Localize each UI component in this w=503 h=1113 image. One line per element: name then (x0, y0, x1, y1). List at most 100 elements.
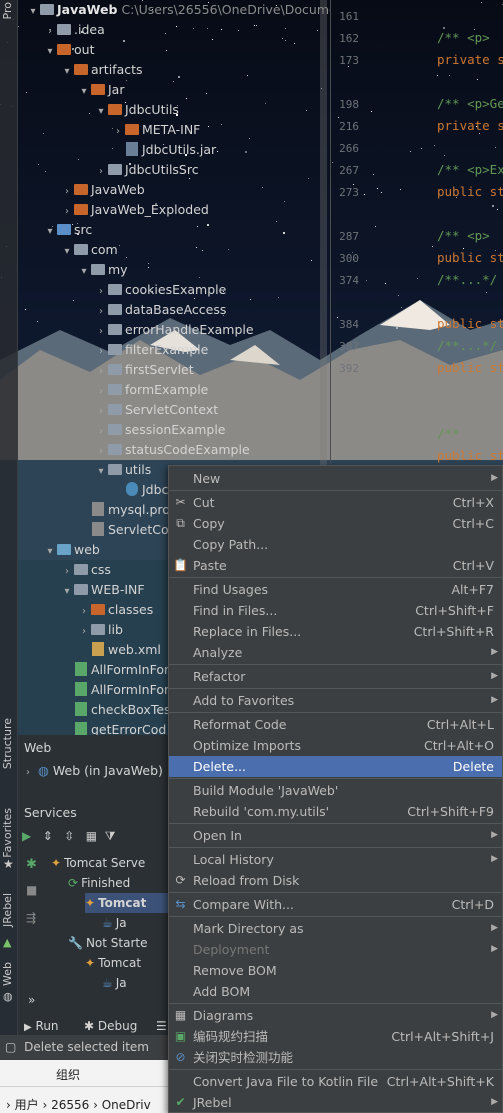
menu-item-item-36[interactable]: ▣ 编码规约扫描 Ctrl+Alt+Shift+J (169, 1026, 502, 1047)
tree-row[interactable]: › errorHandleExample (95, 320, 254, 340)
chevron-right-icon[interactable]: › (95, 342, 107, 362)
chevron-right-icon[interactable]: › (112, 122, 124, 142)
tree-row[interactable]: ▾ JdbcUtils (95, 100, 178, 122)
menu-item-find-in-files[interactable]: Find in Files... Ctrl+Shift+F (169, 600, 502, 621)
menu-item-remove-bom[interactable]: Remove BOM (169, 960, 502, 981)
chevron-right-icon[interactable]: › (95, 382, 107, 402)
menu-item-item-37[interactable]: ⊘ 关闭实时检测功能 (169, 1047, 502, 1068)
menu-item-convert-java-file-to-kotlin-file[interactable]: Convert Java File to Kotlin File Ctrl+Alt… (169, 1071, 502, 1092)
menu-item-new[interactable]: New ▶ (169, 468, 502, 489)
deploy-icon[interactable]: ⇶ (26, 911, 36, 925)
services-row[interactable]: ✦ Tomcat (85, 953, 141, 973)
tree-row[interactable]: › JavaWeb (61, 180, 145, 200)
tree-row[interactable]: › filterExample (95, 340, 208, 360)
tree-row[interactable]: › cookiesExample (95, 280, 226, 300)
chevron-down-icon[interactable]: ▾ (61, 242, 73, 262)
tree-row[interactable]: › lib (78, 620, 123, 640)
crumb-user[interactable]: 26556 (51, 1098, 89, 1112)
status-toggle-icon[interactable]: ▢ (5, 1040, 16, 1054)
jrebel-tool-tab[interactable]: JRebel (1, 893, 14, 927)
menu-item-delete[interactable]: Delete... Delete (169, 756, 502, 777)
menu-item-add-to-favorites[interactable]: Add to Favorites ▶ (169, 690, 502, 711)
stop-icon[interactable]: ■ (26, 883, 37, 897)
tree-row[interactable]: › ServletContext (95, 400, 218, 420)
tree-row[interactable]: ▾ Jar (78, 80, 124, 102)
chevron-down-icon[interactable]: ▾ (27, 2, 39, 22)
chevron-down-icon[interactable]: ▾ (95, 102, 107, 122)
favorites-tool-tab[interactable]: Favorites (1, 808, 14, 858)
chevron-down-icon[interactable]: ▾ (78, 262, 90, 282)
chevron-right-icon[interactable]: › (61, 202, 73, 222)
menu-item-reload-from-disk[interactable]: ⟳ Reload from Disk (169, 870, 502, 891)
organize-button[interactable]: 组织 (56, 1066, 80, 1083)
menu-item-analyze[interactable]: Analyze ▶ (169, 642, 502, 663)
menu-item-local-history[interactable]: Local History ▶ (169, 849, 502, 870)
menu-item-find-usages[interactable]: Find Usages Alt+F7 (169, 579, 502, 600)
menu-item-build-module-javaweb[interactable]: Build Module 'JavaWeb' (169, 780, 502, 801)
tree-row[interactable]: ▾ web (44, 540, 99, 560)
tree-scrollbar[interactable] (320, 0, 327, 470)
menu-item-jrebel[interactable]: ✔ JRebel ▶ (169, 1092, 502, 1113)
tree-row[interactable]: JdbcUtils.jar (112, 140, 216, 160)
menu-item-optimize-imports[interactable]: Optimize Imports Ctrl+Alt+O (169, 735, 502, 756)
services-row[interactable]: ✦ Tomcat Serve (51, 853, 145, 873)
breadcrumb[interactable]: › 用户 › 26556 › OneDriv (6, 1096, 151, 1113)
debug-bug-icon[interactable]: ✱ (26, 857, 37, 872)
chevron-down-icon[interactable]: ▾ (44, 42, 56, 62)
more-icon[interactable]: » (28, 993, 35, 1007)
menu-item-compare-with[interactable]: ⇆ Compare With... Ctrl+D (169, 894, 502, 915)
tree-row[interactable]: ▾ src (44, 220, 92, 240)
menu-item-copy-path[interactable]: Copy Path... (169, 534, 502, 555)
tree-row[interactable]: ▾ utils (95, 460, 151, 480)
bottom-tab-more-icon[interactable]: ☰ (156, 1019, 167, 1033)
chevron-right-icon[interactable]: › (78, 602, 90, 622)
chevron-right-icon[interactable]: › (61, 182, 73, 202)
services-row[interactable]: 🔧 Not Starte (68, 933, 148, 953)
web-tool-tab[interactable]: Web (1, 962, 14, 986)
services-row[interactable]: ☕ Ja (102, 913, 127, 933)
tree-row[interactable]: ▾ my (78, 260, 127, 282)
menu-item-diagrams[interactable]: ▦ Diagrams ▶ (169, 1005, 502, 1026)
tree-row[interactable]: › META-INF (112, 120, 200, 140)
expand-all-icon[interactable]: ⇕ (43, 829, 53, 843)
menu-item-open-in[interactable]: Open In ▶ (169, 825, 502, 846)
chevron-right-icon[interactable]: › (78, 622, 90, 642)
menu-item-cut[interactable]: ✂ Cut Ctrl+X (169, 492, 502, 513)
crumb-users[interactable]: 用户 (15, 1098, 39, 1112)
tree-row[interactable]: checkBoxTes (61, 700, 171, 720)
tree-row[interactable]: › .idea (44, 20, 105, 40)
chevron-right-icon[interactable]: › (95, 422, 107, 442)
chevron-right-icon[interactable]: › (95, 162, 107, 182)
tree-row[interactable]: › classes (78, 600, 153, 620)
chevron-right-icon[interactable]: › (44, 22, 56, 42)
bottom-tab-debug[interactable]: ✱ Debug (84, 1019, 137, 1033)
chevron-right-icon[interactable]: › (95, 302, 107, 322)
chevron-right-icon[interactable]: › (61, 562, 73, 582)
chevron-right-icon[interactable]: › (95, 442, 107, 462)
tree-row[interactable]: ▾ JavaWeb C:\Users\26556\OneDrive\Documen (27, 0, 330, 20)
menu-item-paste[interactable]: 📋 Paste Ctrl+V (169, 555, 502, 576)
chevron-down-icon[interactable]: ▾ (61, 582, 73, 602)
tree-row[interactable]: › firstServlet (95, 360, 194, 380)
tree-row[interactable]: › dataBaseAccess (95, 300, 226, 320)
chevron-down-icon[interactable]: ▾ (61, 62, 73, 82)
chevron-right-icon[interactable]: › (95, 322, 107, 342)
menu-item-reformat-code[interactable]: Reformat Code Ctrl+Alt+L (169, 714, 502, 735)
menu-item-rebuild-com-my-utils[interactable]: Rebuild 'com.my.utils' Ctrl+Shift+F9 (169, 801, 502, 822)
chevron-down-icon[interactable]: ▾ (78, 82, 90, 102)
structure-tool-tab[interactable]: Structure (1, 718, 14, 769)
services-row[interactable]: ⟳ Finished (68, 873, 130, 893)
chevron-right-icon[interactable]: › (95, 362, 107, 382)
tree-row[interactable]: web.xml (78, 640, 161, 660)
menu-item-add-bom[interactable]: Add BOM (169, 981, 502, 1002)
chevron-down-icon[interactable]: ▾ (44, 222, 56, 242)
filter-icon[interactable]: ⧩ (105, 829, 116, 843)
collapse-all-icon[interactable]: ⇳ (64, 829, 74, 843)
code-editor[interactable]: 161 162 /** <p> 173 private s 198 /** <p>Ge 21… (330, 0, 503, 470)
bottom-tab-run[interactable]: ▶ Run (24, 1019, 59, 1033)
menu-item-mark-directory-as[interactable]: Mark Directory as ▶ (169, 918, 502, 939)
run-icon[interactable]: ▶ (22, 829, 31, 843)
chevron-right-icon[interactable]: › (95, 402, 107, 422)
tree-row[interactable]: › sessionExample (95, 420, 226, 440)
tree-row[interactable]: Jdbc (112, 480, 168, 500)
